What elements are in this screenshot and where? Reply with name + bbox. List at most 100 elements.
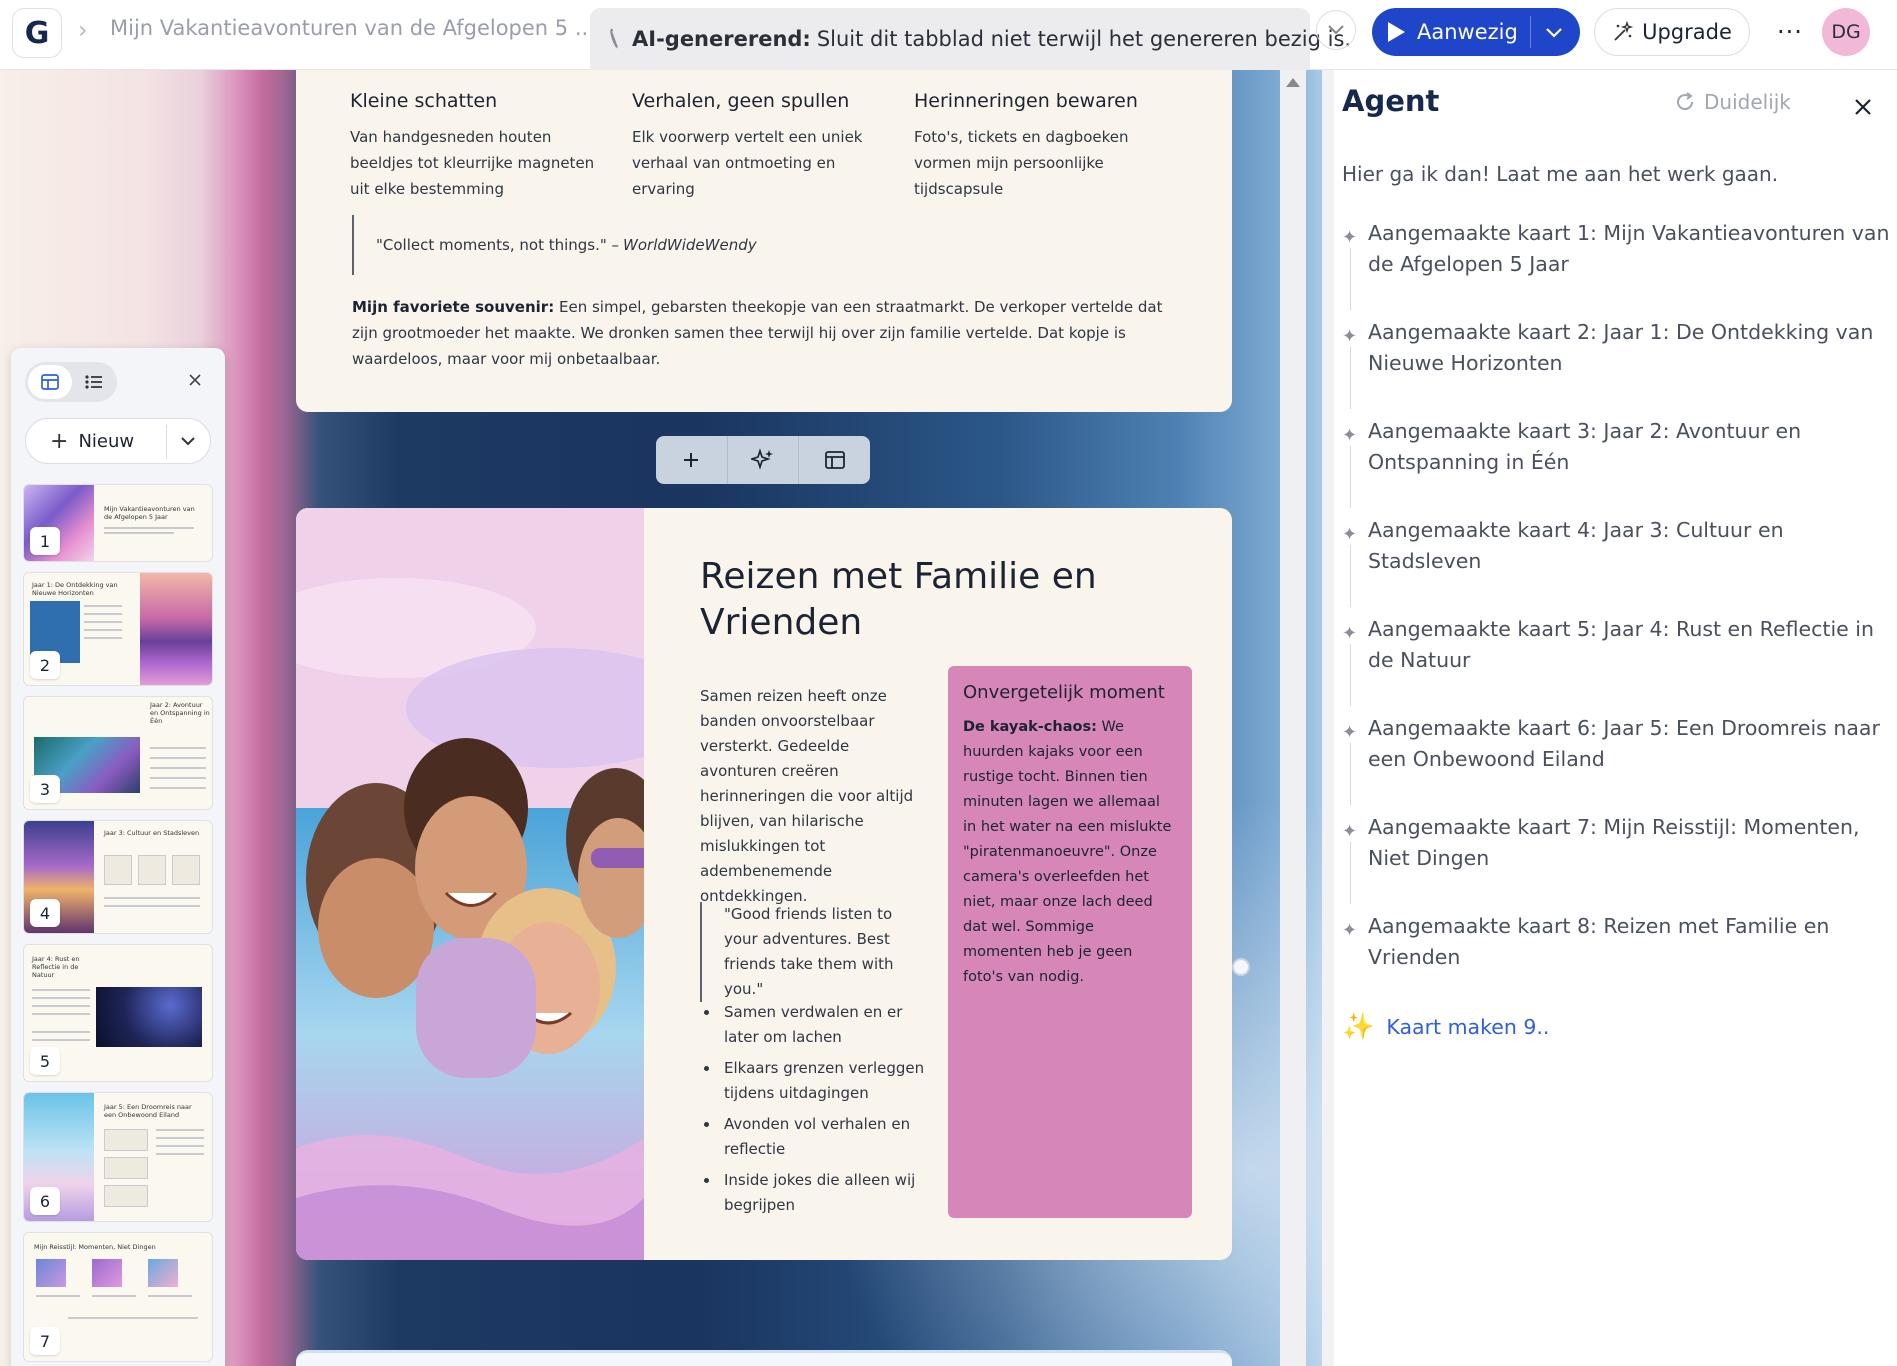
collapse-button[interactable] [1316,10,1356,50]
thumb-image [36,1259,66,1287]
thumbnail-view-icon [41,374,59,390]
present-button[interactable]: Aanwezig [1372,8,1580,56]
list-view-button[interactable] [72,365,116,399]
sparkle-wand-icon [1614,21,1634,41]
list-item: ✦ Aangemaakte kaart 1: Mijn Vakantieavont… [1340,218,1890,317]
clear-label: Duidelijk [1704,90,1791,114]
clear-button[interactable]: Duidelijk [1674,90,1791,114]
slide-thumb-5[interactable]: Jaar 4: Rust en Reflectie in de Natuur 5 [23,944,213,1082]
gamma-logo[interactable]: G [12,8,62,58]
list-item: ✦ Aangemaakte kaart 2: Jaar 1: De Ontdekk… [1340,317,1890,416]
list-item: ✦ Aangemaakte kaart 7: Mijn Reisstijl: Mo… [1340,812,1890,911]
slide-thumb-2[interactable]: Jaar 1: De Ontdekking van Nieuwe Horizon… [23,572,213,686]
thumb-text-line [148,1295,192,1297]
plus-icon: + [50,428,69,454]
top-bar: G › Mijn Vakantieavonturen van de Afgelo… [0,0,1897,70]
card-toolbar [656,436,870,484]
thumb-box [104,855,132,885]
thumb-title: Jaar 4: Rust en Reflectie in de Natuur [32,955,80,979]
card-title: Reizen met Familie en Vrienden [700,556,1097,643]
step-text: Aangemaakte kaart 6: Jaar 5: Een Droomre… [1368,716,1880,771]
scroll-up-arrow-icon[interactable] [1286,78,1300,87]
column-text: Foto's, tickets en dagboeken vormen mijn… [914,128,1129,198]
grid-view-button[interactable] [28,365,72,399]
step-connector [1350,446,1351,508]
card-layout-button[interactable] [799,436,870,484]
card-8[interactable]: Reizen met Familie en Vrienden Samen rei… [296,508,1232,1260]
thumb-text-line [156,1153,204,1155]
slide-thumb-3[interactable]: Jaar 2: Avontuur en Ontspanning in Één 3 [23,696,213,810]
new-card-button[interactable]: + Nieuw [25,418,211,464]
thumb-text-line [104,897,200,899]
slide-thumb-1[interactable]: Mijn Vakantieavonturen van de Afgelopen … [23,484,213,562]
agent-steps-list: ✦ Aangemaakte kaart 1: Mijn Vakantieavont… [1340,218,1890,1010]
favorite-souvenir-paragraph: Mijn favoriete souvenir: Een simpel, geb… [352,294,1182,372]
drag-handle[interactable] [1232,958,1250,976]
chevron-right-icon: › [78,16,88,44]
step-text: Aangemaakte kaart 2: Jaar 1: De Ontdekki… [1368,320,1874,375]
avatar[interactable]: DG [1822,8,1870,56]
chevron-down-icon[interactable] [178,431,198,451]
view-toggle [25,362,117,402]
play-icon [1388,22,1405,42]
list-item: Elkaars grenzen verleggen tijdens uitdag… [700,1056,930,1106]
thumb-text-line [32,997,90,999]
panel-divider[interactable] [1322,70,1334,1366]
thumb-text-line [68,1317,198,1319]
plus-icon [684,453,699,467]
document-title[interactable]: Mijn Vakantieavonturen van de Afgelopen … [110,16,595,40]
thumb-title: Jaar 5: Een Droomreis naar een Onbewoond… [104,1103,192,1119]
column-title: Verhalen, geen spullen [632,90,850,112]
quote-author: WorldWideWendy [623,236,757,254]
slide-number: 7 [30,1327,60,1355]
column-text: Van handgesneden houten beeldjes tot kle… [350,128,595,198]
thumb-box [104,1157,148,1179]
slide-thumb-6[interactable]: Jaar 5: Een Droomreis naar een Onbewoond… [23,1092,213,1222]
thumb-image [96,987,202,1047]
thumb-text-line [32,1005,90,1007]
card-body-text: Samen reizen heeft onze banden onvoorste… [700,687,914,905]
thumb-text-line [92,1295,136,1297]
step-text: Aangemaakte kaart 4: Jaar 3: Cultuur en … [1368,518,1784,573]
callout-body: We huurden kajaks voor een rustige tocht… [963,719,1172,985]
status-text: Kaart maken 9.. [1386,1015,1550,1039]
step-text: Aangemaakte kaart 8: Reizen met Familie … [1368,914,1830,969]
agent-message: Hier ga ik dan! Laat me aan het werk gaa… [1342,162,1779,186]
slide-thumb-7[interactable]: Mijn Reisstijl: Momenten, Niet Dingen 7 [23,1232,213,1362]
sparkles-icon: ✨ [1342,1012,1375,1042]
close-panel-button[interactable] [183,368,207,392]
slide-number: 2 [30,651,60,679]
upgrade-button[interactable]: Upgrade [1594,8,1750,56]
slide-number: 1 [30,527,60,555]
thumb-title: Mijn Vakantieavonturen van de Afgelopen … [104,505,195,521]
scrollbar[interactable] [1280,70,1306,1366]
thumb-text-line [104,532,174,534]
generating-message: Sluit dit tabblad niet terwijl het gener… [816,27,1352,51]
close-icon [189,374,201,386]
chevron-down-icon[interactable] [1544,20,1564,44]
present-divider [1530,16,1531,48]
thumb-title: Mijn Reisstijl: Momenten, Niet Dingen [34,1243,156,1251]
list-item: ✦ Aangemaakte kaart 6: Jaar 5: Een Droomr… [1340,713,1890,812]
generating-label: AI-genererend: [632,27,811,51]
list-item: Samen verdwalen en er later om lachen [700,1000,930,1050]
ai-generate-button[interactable] [728,436,800,484]
thumb-box [104,1185,148,1207]
thumb-text-line [156,1137,204,1139]
more-options-button[interactable]: ··· [1772,14,1808,50]
list-item: ✦ Aangemaakte kaart 8: Reizen met Familie… [1340,911,1890,1010]
add-card-button[interactable] [656,436,728,484]
thumb-text-line [84,621,122,623]
card-7[interactable]: Kleine schatten Van handgesneden houten … [296,70,1232,412]
slide-number: 3 [30,775,60,803]
friends-photo[interactable] [296,508,644,1260]
close-agent-button[interactable] [1848,92,1878,122]
thumb-text-line [104,527,194,529]
thumb-title: Jaar 2: Avontuur en Ontspanning in Één [150,701,210,725]
close-icon [1855,99,1871,115]
slide-number: 5 [30,1047,60,1075]
step-connector [1350,248,1351,310]
slide-thumb-4[interactable]: Jaar 3: Cultuur en Stadsleven 4 [23,820,213,934]
step-connector [1350,743,1351,805]
list-item: ✦ Aangemaakte kaart 5: Jaar 4: Rust en Re… [1340,614,1890,713]
